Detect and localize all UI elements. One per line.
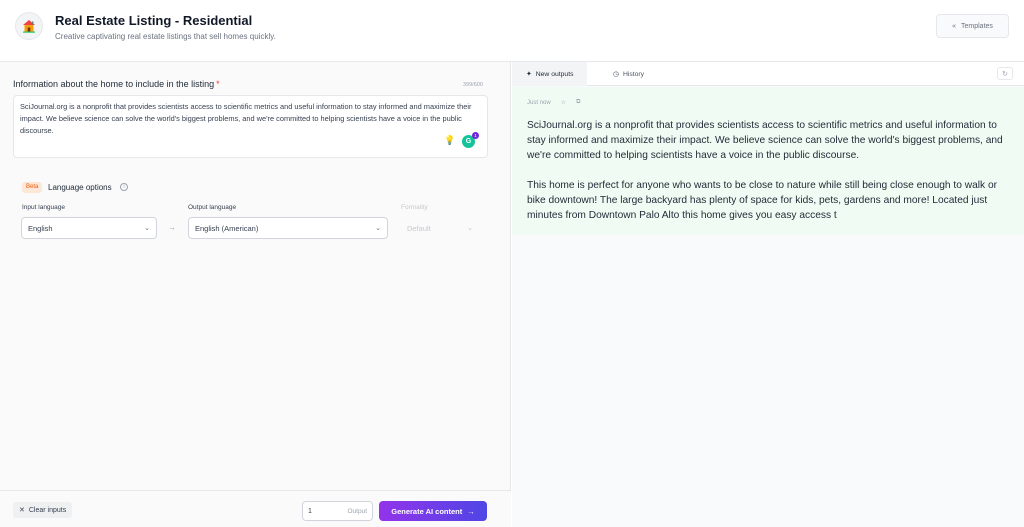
sparkle-icon: ✦ [526, 71, 532, 78]
formality-select: Default ⌄ [400, 217, 480, 239]
chevron-down-icon: ⌄ [375, 225, 381, 232]
required-mark: * [216, 79, 220, 89]
generate-label: Generate AI content [391, 506, 463, 516]
listing-info-label: Information about the home to include in… [13, 79, 220, 89]
arrow-right-icon: → [467, 506, 475, 516]
tab-history[interactable]: ◷ History [599, 62, 658, 86]
output-card: Just now ☆ ⧉ SciJournal.org is a nonprof… [512, 87, 1024, 235]
input-panel: Information about the home to include in… [0, 62, 511, 527]
app-header: Real Estate Listing - Residential Creati… [0, 0, 1024, 62]
templates-button[interactable]: « Templates [936, 14, 1009, 38]
output-language-select[interactable]: English (American) ⌄ [188, 217, 388, 239]
tab-history-label: History [622, 70, 645, 78]
refresh-icon[interactable]: ↻ [997, 67, 1013, 80]
listing-info-textarea[interactable]: SciJournal.org is a nonprofit that provi… [13, 95, 488, 158]
grammarly-count-badge: 1 [472, 132, 479, 139]
input-language-label: Input language [22, 204, 66, 211]
input-language-value: English [28, 223, 53, 233]
char-count: 399/600 [463, 82, 483, 88]
output-timestamp: Just now [527, 99, 551, 106]
chevron-down-icon: ⌄ [144, 225, 150, 232]
copy-icon[interactable]: ⧉ [576, 99, 580, 106]
page-title: Real Estate Listing - Residential [55, 13, 253, 28]
generate-button[interactable]: Generate AI content → [379, 501, 487, 521]
output-count-input[interactable]: 1 Output [302, 501, 373, 521]
output-meta: Just now ☆ ⧉ [527, 99, 580, 106]
output-paragraph: This home is perfect for anyone who want… [527, 180, 998, 221]
house-logo-icon [15, 12, 43, 40]
close-icon: ✕ [19, 507, 25, 514]
clear-inputs-label: Clear inputs [28, 506, 67, 514]
output-count-label: Output [347, 507, 367, 515]
clear-inputs-button[interactable]: ✕ Clear inputs [13, 502, 73, 518]
page-subtitle: Creative captivating real estate listing… [55, 32, 276, 41]
formality-value: Default [407, 223, 431, 233]
tab-new-outputs-label: New outputs [535, 70, 574, 78]
output-language-label: Output language [188, 204, 237, 211]
arrow-right-icon: → [168, 223, 176, 232]
chevron-down-icon: ⌄ [467, 225, 473, 232]
output-panel: ✦ New outputs ◷ History ↻ Just now ☆ ⧉ S… [512, 62, 1024, 527]
output-paragraph: SciJournal.org is a nonprofit that provi… [527, 120, 1003, 161]
output-count-value: 1 [308, 507, 312, 515]
info-icon[interactable]: i [120, 183, 128, 191]
beta-badge: Beta [22, 182, 43, 193]
language-options-label: Language options [48, 183, 112, 192]
output-text: SciJournal.org is a nonprofit that provi… [527, 118, 1017, 238]
input-language-select[interactable]: English ⌄ [21, 217, 157, 239]
formality-label: Formality [401, 204, 428, 211]
output-language-value: English (American) [195, 223, 259, 233]
double-chevron-left-icon: « [952, 22, 956, 30]
output-tabs: ✦ New outputs ◷ History ↻ [512, 62, 1024, 86]
action-bar: ✕ Clear inputs 1 Output Generate AI cont… [0, 490, 511, 527]
listing-info-label-text: Information about the home to include in… [13, 79, 215, 89]
tab-new-outputs[interactable]: ✦ New outputs [512, 62, 588, 86]
lightbulb-icon[interactable]: 💡 [444, 135, 455, 146]
star-icon[interactable]: ☆ [561, 99, 566, 106]
clock-icon: ◷ [613, 71, 619, 78]
templates-label: Templates [961, 22, 993, 30]
